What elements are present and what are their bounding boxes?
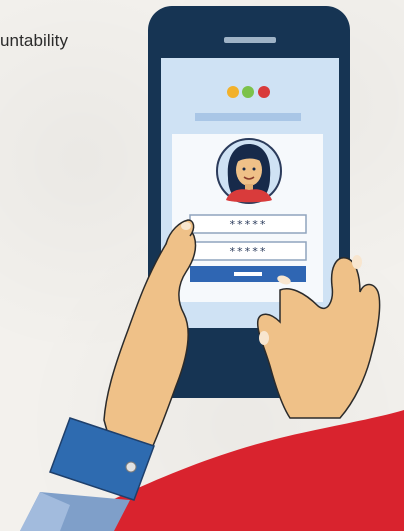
- username-field-text: *****: [229, 218, 267, 231]
- screen-header-bar: [195, 113, 301, 121]
- phone-speaker: [224, 37, 276, 43]
- woman-avatar-icon: [216, 138, 282, 204]
- phone-login-illustration: ***** *****: [20, 6, 404, 531]
- window-dots-icon: [227, 86, 270, 98]
- password-field-text: *****: [229, 245, 267, 258]
- cuff-button: [125, 461, 137, 473]
- login-button-label-bar: [234, 272, 262, 276]
